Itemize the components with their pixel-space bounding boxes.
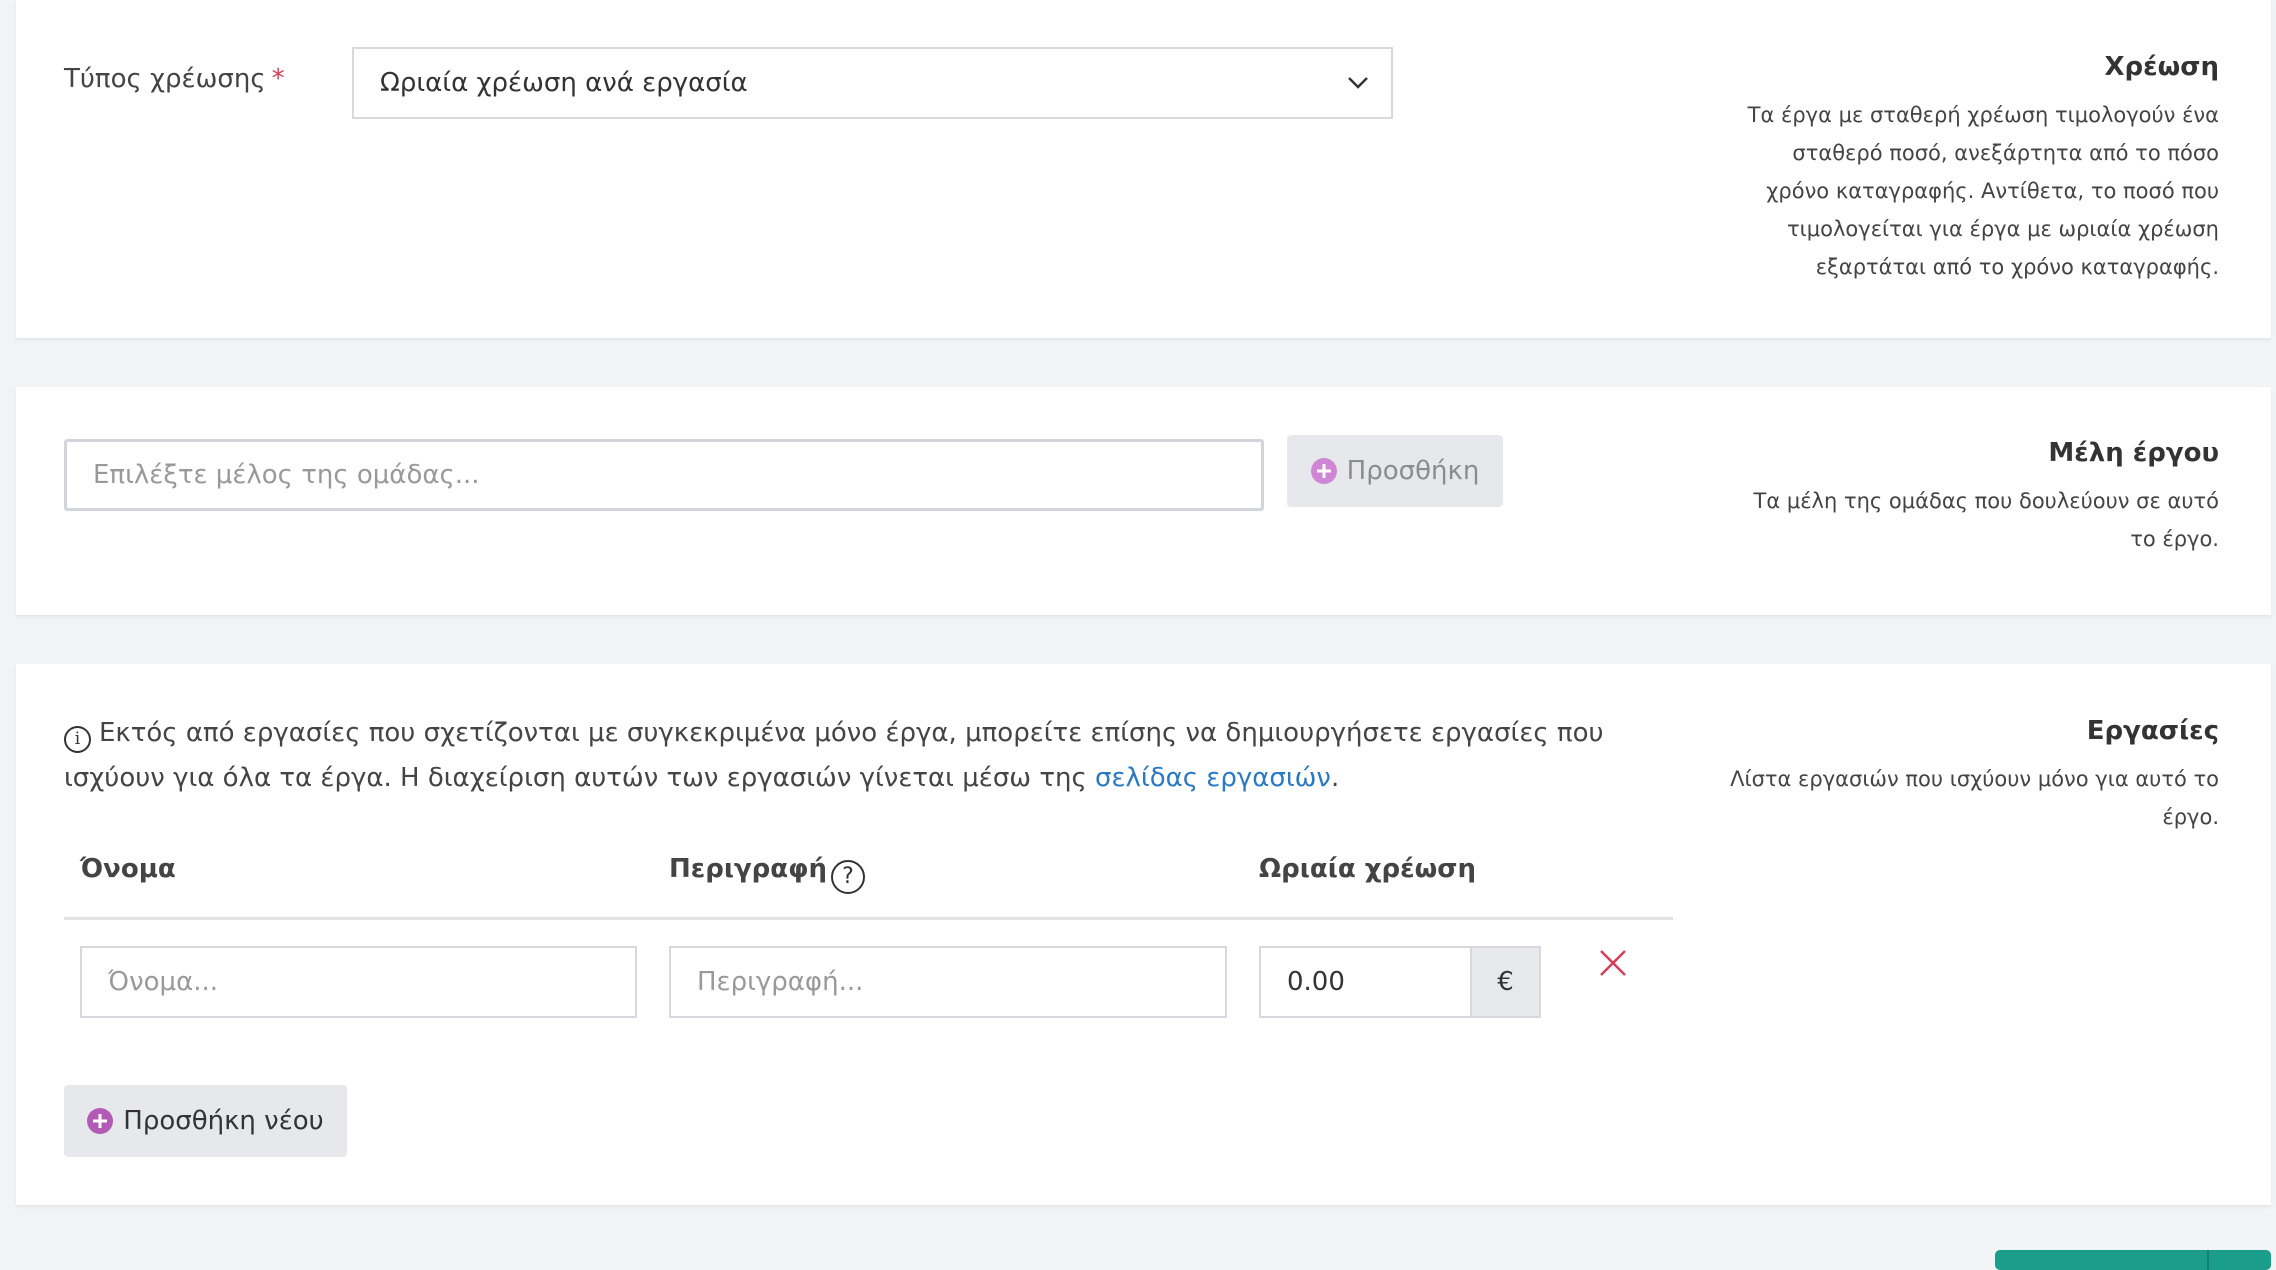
- chevron-down-icon: [1348, 77, 1368, 89]
- tasks-info-body: Εκτός από εργασίες που σχετίζονται με συ…: [64, 718, 1604, 793]
- add-member-button[interactable]: Προσθήκη: [1287, 435, 1503, 507]
- add-new-task-label: Προσθήκη νέου: [123, 1106, 324, 1136]
- close-icon[interactable]: [1598, 948, 1628, 978]
- column-header-hourly: Ωριαία χρέωση: [1259, 854, 1476, 884]
- help-icon[interactable]: ?: [831, 860, 866, 894]
- billing-desc-line: σταθερό ποσό, ανεξάρτητα από το πόσο: [1792, 141, 2219, 165]
- tasks-desc-line: Λίστα εργασιών που ισχύουν μόνο για αυτό…: [1730, 767, 2219, 791]
- add-member-label: Προσθήκη: [1346, 456, 1480, 486]
- billing-type-label: Τύπος χρέωσης *: [64, 64, 285, 94]
- tasks-side-title: Εργασίες: [2086, 716, 2219, 746]
- billing-desc-line: εξαρτάται από το χρόνο καταγραφής.: [1815, 255, 2219, 279]
- plus-circle-icon: [87, 1108, 114, 1134]
- billing-type-label-text: Τύπος χρέωσης: [64, 64, 266, 94]
- hourly-rate-input[interactable]: 0.00: [1259, 946, 1472, 1018]
- billing-type-selected-value: Ωριαία χρέωση ανά εργασία: [380, 68, 748, 98]
- billing-desc-line: Τα έργα με σταθερή χρέωση τιμολογούν ένα: [1747, 103, 2219, 127]
- task-name-placeholder: Όνομα...: [108, 967, 219, 997]
- add-new-task-button[interactable]: Προσθήκη νέου: [64, 1085, 347, 1157]
- column-header-description-text: Περιγραφή: [669, 854, 828, 884]
- member-select-placeholder: Επιλέξτε μέλος της ομάδας...: [93, 460, 480, 490]
- save-button-split-divider: [2207, 1250, 2209, 1270]
- column-header-description: Περιγραφή?: [669, 854, 866, 894]
- members-side-desc: Τα μέλη της ομάδας που δουλεύουν σε αυτό…: [1659, 482, 2220, 558]
- tasks-page-link[interactable]: σελίδας εργασιών: [1095, 763, 1331, 793]
- task-description-input[interactable]: Περιγραφή...: [669, 946, 1227, 1018]
- tasks-section: i Εκτός από εργασίες που σχετίζονται με σ…: [16, 664, 2271, 1205]
- billing-desc-line: χρόνο καταγραφής. Αντίθετα, το ποσό που: [1766, 179, 2219, 203]
- currency-symbol: €: [1497, 967, 1514, 997]
- members-desc-line: το έργο.: [2130, 527, 2219, 551]
- plus-circle-icon: [1310, 458, 1337, 484]
- table-header-divider: [64, 917, 1673, 920]
- billing-type-select[interactable]: Ωριαία χρέωση ανά εργασία: [352, 47, 1393, 119]
- column-header-name: Όνομα: [80, 854, 176, 884]
- billing-desc-line: τιμολογείται για έργα με ωριαία χρέωση: [1787, 217, 2219, 241]
- tasks-info-end: .: [1330, 763, 1340, 793]
- billing-side-desc: Τα έργα με σταθερή χρέωση τιμολογούν ένα…: [1659, 96, 2219, 286]
- column-header-hourly-text: Ωριαία χρέωση: [1259, 854, 1476, 884]
- save-button[interactable]: [1995, 1250, 2271, 1270]
- column-header-name-text: Όνομα: [80, 854, 176, 884]
- info-icon: i: [64, 726, 91, 753]
- tasks-info-text: i Εκτός από εργασίες που σχετίζονται με σ…: [64, 711, 1684, 801]
- billing-section: Τύπος χρέωσης * Ωριαία χρέωση ανά εργασία…: [16, 0, 2271, 338]
- tasks-desc-line: έργο.: [2162, 805, 2219, 829]
- members-section: Επιλέξτε μέλος της ομάδας... Προσθήκη Μέ…: [16, 387, 2271, 615]
- member-select-input[interactable]: Επιλέξτε μέλος της ομάδας...: [64, 439, 1264, 511]
- tasks-side-desc: Λίστα εργασιών που ισχύουν μόνο για αυτό…: [1659, 760, 2219, 836]
- members-side-title: Μέλη έργου: [2048, 438, 2219, 468]
- task-description-placeholder: Περιγραφή...: [697, 967, 864, 997]
- task-name-input[interactable]: Όνομα...: [80, 946, 637, 1018]
- billing-side-title: Χρέωση: [2104, 52, 2220, 82]
- members-side-info: Μέλη έργου Τα μέλη της ομάδας που δουλεύ…: [1659, 436, 2220, 558]
- currency-addon: €: [1472, 946, 1541, 1018]
- required-mark: *: [271, 64, 285, 94]
- tasks-side-info: Εργασίες Λίστα εργασιών που ισχύουν μόνο…: [1659, 714, 2219, 836]
- billing-side-info: Χρέωση Τα έργα με σταθερή χρέωση τιμολογ…: [1659, 50, 2219, 286]
- hourly-rate-value: 0.00: [1287, 967, 1345, 997]
- members-desc-line: Τα μέλη της ομάδας που δουλεύουν σε αυτό: [1753, 489, 2220, 513]
